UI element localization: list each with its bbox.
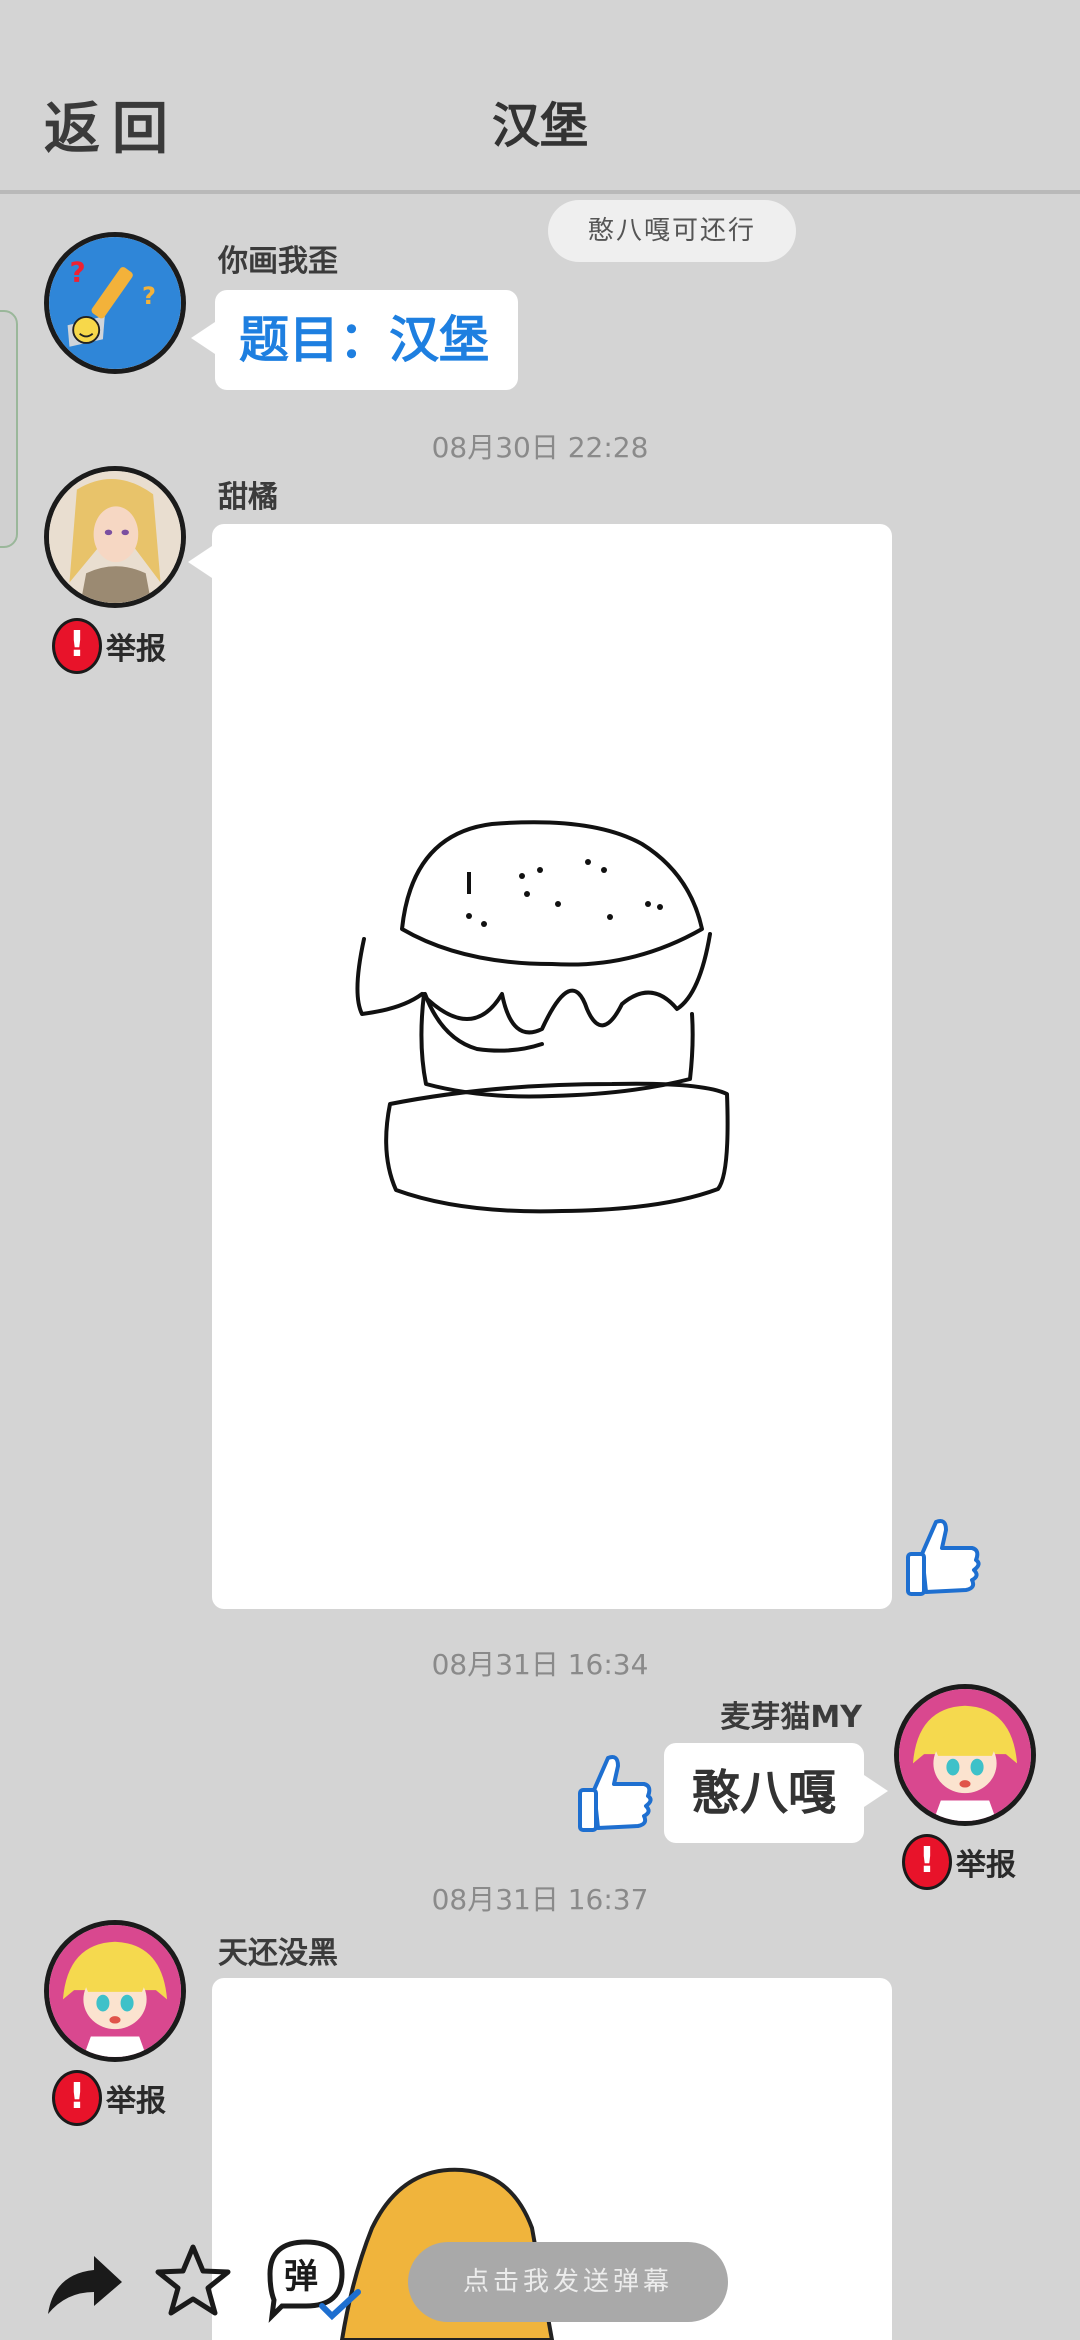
guess-text: 憨八嘎 [691, 1765, 836, 1821]
report-label: 举报 [106, 2084, 166, 2119]
danmaku-comment: 憨八嘎可还行 [548, 200, 796, 262]
bubble-tail [188, 546, 212, 578]
hamburger-drawing [355, 820, 730, 1214]
avatar-user[interactable] [44, 466, 186, 608]
avatar-user[interactable] [44, 1920, 186, 2062]
bottom-toolbar: 弹 点击我发送弹幕 [0, 2230, 1080, 2340]
svg-text:?: ? [69, 256, 85, 289]
star-icon[interactable] [154, 2242, 232, 2318]
username: 你画我歪 [218, 244, 338, 279]
username: 甜橘 [218, 480, 278, 515]
username: 麦芽猫MY [720, 1700, 862, 1735]
avatar-user[interactable] [894, 1684, 1036, 1826]
thumbs-up-icon[interactable] [574, 1750, 654, 1836]
report-button[interactable]: ! 举报 [52, 618, 166, 674]
danmaku-input[interactable]: 点击我发送弹幕 [408, 2242, 728, 2322]
timestamp: 08月31日 16:37 [431, 1883, 649, 1916]
report-label: 举报 [106, 632, 166, 667]
page-title: 汉堡 [491, 98, 588, 154]
svg-text:弹: 弹 [284, 2257, 318, 2297]
drawing-bubble[interactable] [188, 524, 892, 1609]
bubble-tail [864, 1775, 888, 1807]
avatar-system[interactable]: ? ? [44, 232, 186, 374]
thumbs-up-icon[interactable] [902, 1514, 982, 1600]
username: 天还没黑 [218, 1936, 338, 1971]
guess-bubble: 憨八嘎 [664, 1743, 888, 1843]
svg-text:?: ? [142, 282, 156, 310]
danmaku-toggle-icon[interactable]: 弹 [262, 2234, 366, 2324]
report-icon: ! [52, 618, 102, 674]
header-divider [0, 190, 1080, 194]
topic-bubble: 题目：汉堡 [191, 290, 518, 390]
bubble-tail [191, 322, 215, 354]
header-bar: 返回 汉堡 [0, 0, 1080, 194]
share-icon[interactable] [44, 2252, 126, 2318]
topic-text: 题目：汉堡 [239, 311, 489, 369]
timestamp: 08月31日 16:34 [431, 1648, 649, 1681]
report-button[interactable]: ! 举报 [52, 2070, 166, 2126]
timestamp: 08月30日 22:28 [431, 431, 649, 464]
report-icon: ! [52, 2070, 102, 2126]
